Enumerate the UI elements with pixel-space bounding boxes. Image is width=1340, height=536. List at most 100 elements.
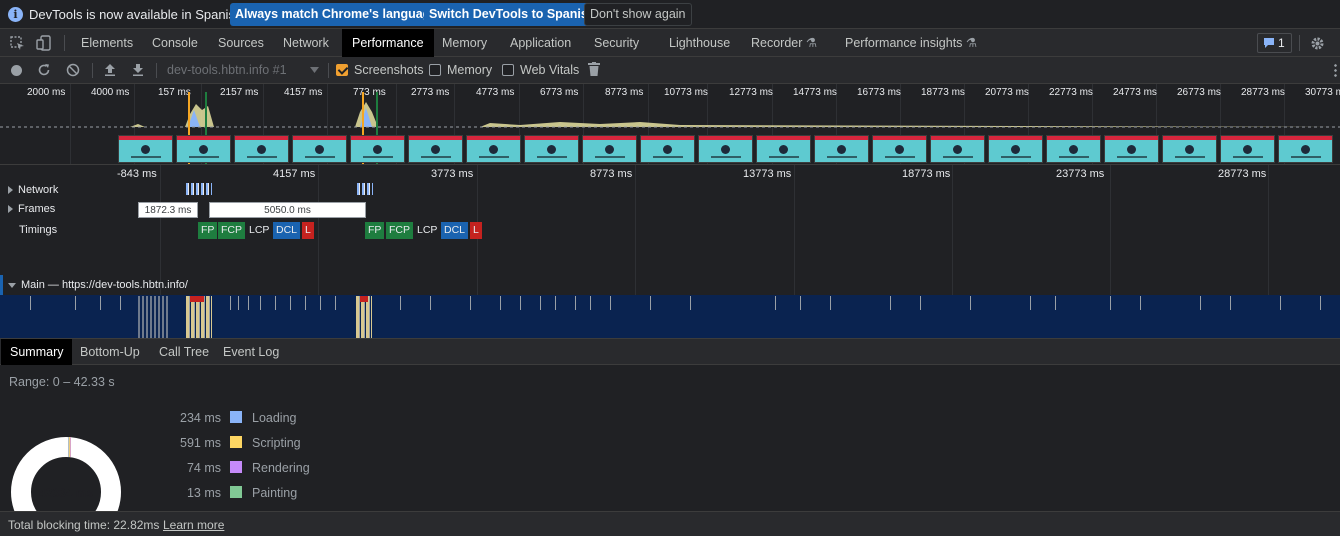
tab-performance-insights[interactable]: Performance insights ⚗: [845, 29, 977, 57]
main-thread-task[interactable]: [320, 296, 321, 310]
main-thread-task[interactable]: [1230, 296, 1231, 310]
tab-security[interactable]: Security: [594, 29, 639, 57]
network-requests[interactable]: [357, 183, 373, 195]
main-thread-task[interactable]: [970, 296, 971, 310]
frames-track-header[interactable]: Frames: [8, 203, 55, 215]
screenshot-thumbnail[interactable]: [408, 135, 463, 163]
tab-lighthouse[interactable]: Lighthouse: [669, 29, 730, 57]
timing-fp[interactable]: FP: [198, 222, 218, 239]
main-thread-task[interactable]: [230, 296, 231, 310]
device-toolbar-icon[interactable]: [36, 35, 52, 51]
main-thread-task[interactable]: [1140, 296, 1141, 310]
clear-icon[interactable]: [66, 63, 80, 77]
screenshot-thumbnail[interactable]: [756, 135, 811, 163]
main-thread-task[interactable]: [1055, 296, 1056, 310]
main-thread-task[interactable]: [1280, 296, 1281, 310]
timing-load[interactable]: L: [470, 222, 482, 239]
screenshot-thumbnail[interactable]: [292, 135, 347, 163]
web-vitals-checkbox[interactable]: [502, 64, 514, 76]
main-thread-task[interactable]: [260, 296, 261, 310]
settings-gear-icon[interactable]: [1310, 36, 1325, 51]
tab-memory[interactable]: Memory: [442, 29, 487, 57]
screenshot-thumbnail[interactable]: [582, 135, 637, 163]
download-icon[interactable]: [131, 62, 145, 77]
task-cluster[interactable]: [356, 296, 372, 338]
issues-counter[interactable]: 1: [1257, 33, 1292, 53]
main-thread-task[interactable]: [555, 296, 556, 310]
tab-summary[interactable]: Summary: [1, 339, 73, 365]
screenshot-thumbnail[interactable]: [1220, 135, 1275, 163]
main-thread-task[interactable]: [830, 296, 831, 310]
screenshot-thumbnail[interactable]: [1104, 135, 1159, 163]
main-thread-task[interactable]: [520, 296, 521, 310]
main-thread-task[interactable]: [75, 296, 76, 310]
main-thread-task[interactable]: [800, 296, 801, 310]
main-thread-task[interactable]: [650, 296, 651, 310]
screenshot-thumbnail[interactable]: [814, 135, 869, 163]
upload-icon[interactable]: [103, 62, 117, 77]
main-thread-task[interactable]: [1110, 296, 1111, 310]
tab-console[interactable]: Console: [152, 29, 198, 57]
screenshot-thumbnail[interactable]: [118, 135, 173, 163]
tab-application[interactable]: Application: [510, 29, 571, 57]
screenshot-thumbnail[interactable]: [1162, 135, 1217, 163]
screenshots-checkbox[interactable]: [336, 64, 348, 76]
main-thread-task[interactable]: [305, 296, 306, 310]
screenshot-thumbnail[interactable]: [930, 135, 985, 163]
main-thread-header[interactable]: Main — https://dev-tools.hbtn.info/: [8, 279, 188, 291]
frame-block[interactable]: 5050.0 ms: [209, 202, 366, 218]
screenshot-thumbnail[interactable]: [640, 135, 695, 163]
memory-checkbox[interactable]: [429, 64, 441, 76]
tab-sources[interactable]: Sources: [218, 29, 264, 57]
main-thread-task[interactable]: [1200, 296, 1201, 310]
main-thread-task[interactable]: [275, 296, 276, 310]
long-task-marker[interactable]: [190, 296, 204, 302]
frame-block[interactable]: 1872.3 ms: [138, 202, 198, 218]
main-thread-task[interactable]: [100, 296, 101, 310]
reload-icon[interactable]: [37, 63, 51, 77]
tab-event-log[interactable]: Event Log: [223, 339, 279, 365]
more-options-icon[interactable]: [1334, 63, 1337, 77]
tab-recorder[interactable]: Recorder ⚗: [751, 29, 817, 57]
task-cluster[interactable]: [186, 296, 212, 338]
main-thread-task[interactable]: [335, 296, 336, 310]
profile-select[interactable]: dev-tools.hbtn.info #1: [167, 63, 323, 79]
long-task-marker[interactable]: [360, 296, 368, 302]
main-thread-task[interactable]: [920, 296, 921, 310]
screenshot-thumbnail[interactable]: [1278, 135, 1333, 163]
main-thread-task[interactable]: [30, 296, 31, 310]
screenshot-thumbnail[interactable]: [988, 135, 1043, 163]
main-thread-task[interactable]: [775, 296, 776, 310]
main-thread-task[interactable]: [238, 296, 239, 310]
main-thread-task[interactable]: [690, 296, 691, 310]
tab-network[interactable]: Network: [283, 29, 329, 57]
main-thread-task[interactable]: [400, 296, 401, 310]
task-cluster[interactable]: [138, 296, 170, 338]
main-thread-task[interactable]: [890, 296, 891, 310]
screenshot-thumbnail[interactable]: [350, 135, 405, 163]
screenshot-thumbnail[interactable]: [524, 135, 579, 163]
main-thread-task[interactable]: [540, 296, 541, 310]
timing-fcp[interactable]: FCP: [218, 222, 245, 239]
main-thread-task[interactable]: [590, 296, 591, 310]
main-thread-task[interactable]: [1320, 296, 1321, 310]
timeline-flamechart[interactable]: -843 ms 4157 ms 3773 ms 8773 ms 13773 ms 1877…: [0, 165, 1340, 338]
network-requests[interactable]: [186, 183, 212, 195]
screenshot-thumbnail[interactable]: [1046, 135, 1101, 163]
tab-call-tree[interactable]: Call Tree: [159, 339, 209, 365]
tab-performance[interactable]: Performance: [342, 29, 434, 57]
main-thread-task[interactable]: [1030, 296, 1031, 310]
inspect-element-icon[interactable]: [10, 36, 25, 51]
screenshot-thumbnail[interactable]: [466, 135, 521, 163]
switch-to-spanish-button[interactable]: Switch DevTools to Spanish: [424, 3, 601, 26]
screenshot-thumbnail[interactable]: [234, 135, 289, 163]
main-thread-task[interactable]: [610, 296, 611, 310]
timing-load[interactable]: L: [302, 222, 314, 239]
timing-fp[interactable]: FP: [365, 222, 385, 239]
main-thread-task[interactable]: [575, 296, 576, 310]
tab-elements[interactable]: Elements: [81, 29, 133, 57]
timeline-overview[interactable]: 2000 ms 4000 ms 157 ms 2157 ms 4157 ms 773 ms…: [0, 84, 1340, 165]
screenshot-thumbnail[interactable]: [872, 135, 927, 163]
main-thread-task[interactable]: [248, 296, 249, 310]
record-icon[interactable]: [11, 65, 22, 76]
